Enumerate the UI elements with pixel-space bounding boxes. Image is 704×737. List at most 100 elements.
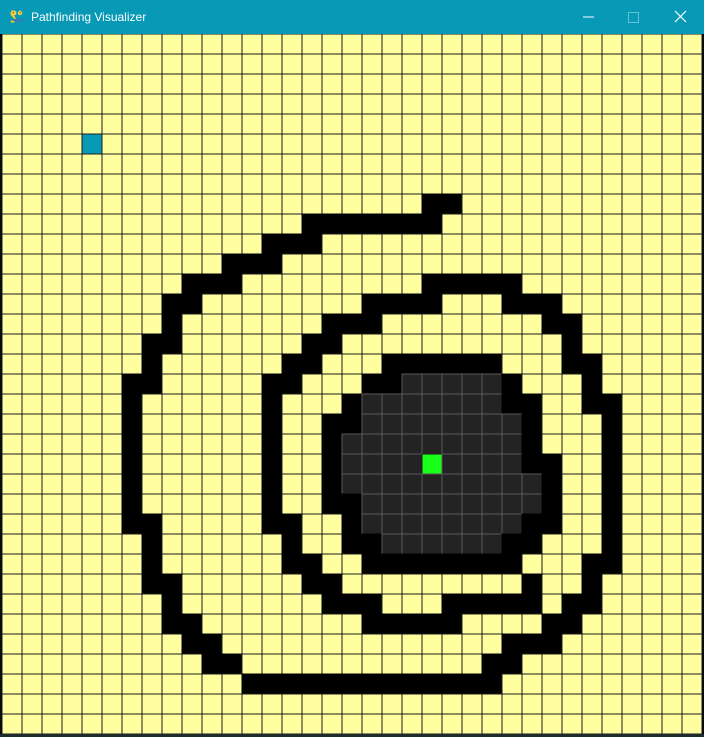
grid-cell[interactable] bbox=[481, 713, 503, 734]
visited-cell[interactable] bbox=[421, 533, 443, 555]
grid-cell[interactable] bbox=[601, 273, 623, 295]
visited-cell[interactable] bbox=[461, 513, 483, 535]
grid-cell[interactable] bbox=[161, 273, 183, 295]
grid-cell[interactable] bbox=[601, 673, 623, 695]
barrier-cell[interactable] bbox=[401, 553, 423, 575]
grid-cell[interactable] bbox=[541, 273, 563, 295]
grid-cell[interactable] bbox=[141, 173, 163, 195]
visited-cell[interactable] bbox=[461, 473, 483, 495]
barrier-cell[interactable] bbox=[401, 353, 423, 375]
grid-cell[interactable] bbox=[61, 593, 83, 615]
grid-cell[interactable] bbox=[561, 153, 583, 175]
grid-cell[interactable] bbox=[221, 613, 243, 635]
grid-cell[interactable] bbox=[61, 273, 83, 295]
grid-cell[interactable] bbox=[621, 413, 643, 435]
grid-cell[interactable] bbox=[301, 153, 323, 175]
grid-cell[interactable] bbox=[621, 113, 643, 135]
grid-cell[interactable] bbox=[341, 173, 363, 195]
grid-cell[interactable] bbox=[181, 433, 203, 455]
barrier-cell[interactable] bbox=[581, 353, 603, 375]
grid-cell[interactable] bbox=[361, 113, 383, 135]
barrier-cell[interactable] bbox=[321, 313, 343, 335]
grid-cell[interactable] bbox=[341, 553, 363, 575]
grid-cell[interactable] bbox=[181, 313, 203, 335]
grid-cell[interactable] bbox=[581, 413, 603, 435]
grid-cell[interactable] bbox=[601, 73, 623, 95]
barrier-cell[interactable] bbox=[121, 413, 143, 435]
grid-cell[interactable] bbox=[381, 93, 403, 115]
barrier-cell[interactable] bbox=[541, 493, 563, 515]
grid-cell[interactable] bbox=[41, 173, 63, 195]
barrier-cell[interactable] bbox=[601, 413, 623, 435]
grid-cell[interactable] bbox=[581, 73, 603, 95]
barrier-cell[interactable] bbox=[361, 553, 383, 575]
visited-cell[interactable] bbox=[521, 473, 543, 495]
grid-cell[interactable] bbox=[461, 34, 483, 55]
grid-cell[interactable] bbox=[141, 293, 163, 315]
grid-cell[interactable] bbox=[361, 193, 383, 215]
grid-cell[interactable] bbox=[541, 433, 563, 455]
grid-cell[interactable] bbox=[241, 193, 263, 215]
barrier-cell[interactable] bbox=[401, 673, 423, 695]
grid-cell[interactable] bbox=[101, 473, 123, 495]
grid-cell[interactable] bbox=[441, 693, 463, 715]
grid-cell[interactable] bbox=[121, 253, 143, 275]
grid-cell[interactable] bbox=[61, 553, 83, 575]
visited-cell[interactable] bbox=[401, 393, 423, 415]
visited-cell[interactable] bbox=[401, 513, 423, 535]
grid-cell[interactable] bbox=[281, 433, 303, 455]
grid-cell[interactable] bbox=[681, 713, 702, 734]
grid-cell[interactable] bbox=[441, 53, 463, 75]
barrier-cell[interactable] bbox=[601, 533, 623, 555]
grid-cell[interactable] bbox=[581, 493, 603, 515]
grid-cell[interactable] bbox=[441, 213, 463, 235]
grid-cell[interactable] bbox=[101, 573, 123, 595]
grid-cell[interactable] bbox=[601, 233, 623, 255]
barrier-cell[interactable] bbox=[421, 193, 443, 215]
grid-cell[interactable] bbox=[21, 133, 43, 155]
visited-cell[interactable] bbox=[361, 453, 383, 475]
grid-cell[interactable] bbox=[381, 133, 403, 155]
grid-cell[interactable] bbox=[521, 53, 543, 75]
grid-cell[interactable] bbox=[481, 233, 503, 255]
grid-cell[interactable] bbox=[661, 213, 683, 235]
grid-cell[interactable] bbox=[681, 413, 702, 435]
grid-cell[interactable] bbox=[101, 313, 123, 335]
grid-cell[interactable] bbox=[561, 573, 583, 595]
grid-cell[interactable] bbox=[181, 233, 203, 255]
grid-cell[interactable] bbox=[41, 573, 63, 595]
grid-cell[interactable] bbox=[381, 653, 403, 675]
grid-cell[interactable] bbox=[41, 133, 63, 155]
visited-cell[interactable] bbox=[441, 413, 463, 435]
grid-cell[interactable] bbox=[461, 113, 483, 135]
barrier-cell[interactable] bbox=[381, 553, 403, 575]
grid-cell[interactable] bbox=[641, 493, 663, 515]
barrier-cell[interactable] bbox=[421, 613, 443, 635]
barrier-cell[interactable] bbox=[121, 393, 143, 415]
grid-cell[interactable] bbox=[341, 353, 363, 375]
grid-cell[interactable] bbox=[201, 293, 223, 315]
grid-cell[interactable] bbox=[2, 413, 23, 435]
barrier-cell[interactable] bbox=[321, 573, 343, 595]
grid-cell[interactable] bbox=[61, 153, 83, 175]
grid-cell[interactable] bbox=[141, 73, 163, 95]
grid-cell[interactable] bbox=[661, 293, 683, 315]
grid-cell[interactable] bbox=[221, 473, 243, 495]
grid-cell[interactable] bbox=[201, 353, 223, 375]
grid-cell[interactable] bbox=[81, 513, 103, 535]
grid-cell[interactable] bbox=[321, 633, 343, 655]
grid-cell[interactable] bbox=[101, 713, 123, 734]
grid-cell[interactable] bbox=[341, 293, 363, 315]
barrier-cell[interactable] bbox=[221, 653, 243, 675]
grid-cell[interactable] bbox=[2, 73, 23, 95]
grid-cell[interactable] bbox=[681, 293, 702, 315]
barrier-cell[interactable] bbox=[121, 473, 143, 495]
grid-cell[interactable] bbox=[121, 693, 143, 715]
grid-cell[interactable] bbox=[661, 333, 683, 355]
grid-cell[interactable] bbox=[421, 333, 443, 355]
grid-cell[interactable] bbox=[581, 613, 603, 635]
grid-cell[interactable] bbox=[561, 293, 583, 315]
grid-cell[interactable] bbox=[661, 273, 683, 295]
grid-cell[interactable] bbox=[161, 253, 183, 275]
barrier-cell[interactable] bbox=[541, 633, 563, 655]
